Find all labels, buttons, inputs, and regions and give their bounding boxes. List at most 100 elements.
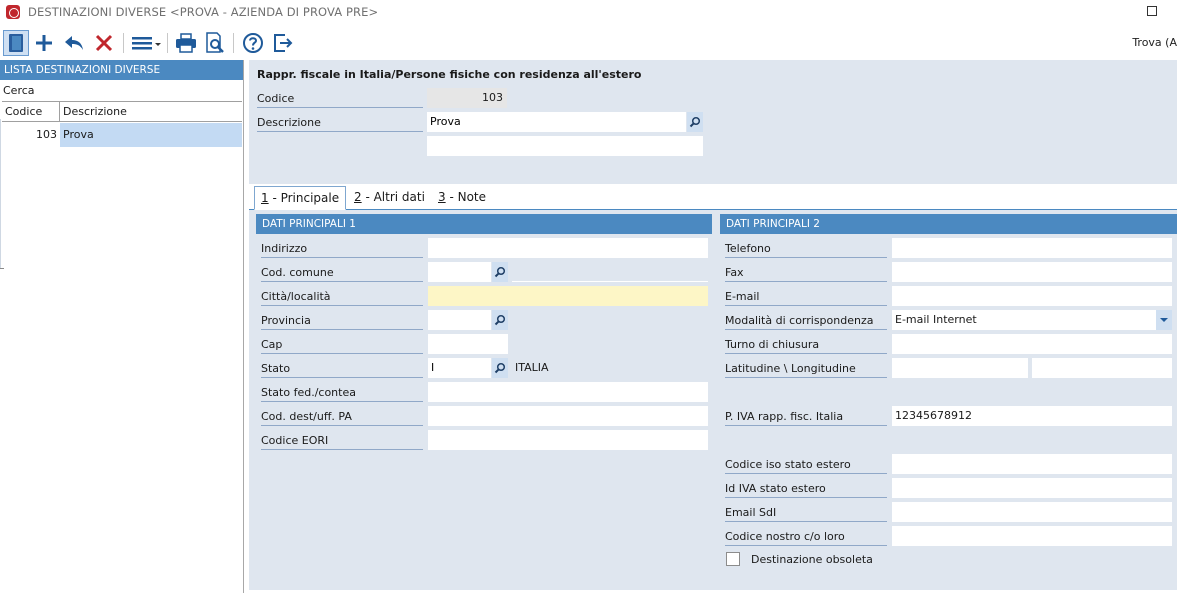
codice-label: Codice <box>257 92 423 108</box>
cap-field[interactable] <box>428 334 508 354</box>
turno-field[interactable] <box>892 334 1172 354</box>
telefono-label: Telefono <box>725 242 887 258</box>
title-bar: DESTINAZIONI DIVERSE <PROVA - AZIENDA DI… <box>0 0 1177 24</box>
list-divider <box>0 119 1 269</box>
section-dati-principali-2: DATI PRINCIPALI 2 Telefono Fax E-mail Mo… <box>720 214 1177 590</box>
panel-toggle-icon <box>9 34 23 52</box>
stato-field[interactable] <box>428 358 491 378</box>
obsoleta-checkbox[interactable] <box>726 552 740 566</box>
page-title: Rappr. fiscale in Italia/Persone fisiche… <box>257 68 642 81</box>
maximize-button[interactable] <box>1147 6 1157 16</box>
indirizzo-field[interactable] <box>428 238 708 258</box>
table-row[interactable]: 103 Prova <box>2 123 242 147</box>
modalita-select[interactable]: E-mail Internet <box>892 310 1156 330</box>
provincia-field[interactable] <box>428 310 491 330</box>
eori-label: Codice EORI <box>261 434 423 450</box>
fax-field[interactable] <box>892 262 1172 282</box>
tab-principale[interactable]: 1 - Principale <box>254 186 347 210</box>
sdi-label: Email SdI <box>725 506 887 522</box>
print-icon <box>176 33 196 53</box>
list-table: Codice Descrizione 103 Prova <box>2 101 242 147</box>
cod-dest-label: Cod. dest/uff. PA <box>261 410 423 426</box>
section1-header: DATI PRINCIPALI 1 <box>256 214 712 234</box>
panel-toggle-button[interactable] <box>3 30 29 56</box>
indirizzo-label: Indirizzo <box>261 242 423 258</box>
nostro-field[interactable] <box>892 526 1172 546</box>
search-icon <box>494 362 506 374</box>
print-button[interactable] <box>173 30 199 56</box>
piva-field[interactable]: 12345678912 <box>892 406 1172 426</box>
idiva-label: Id IVA stato estero <box>725 482 887 498</box>
codice-field: 103 <box>427 88 507 108</box>
search-icon <box>689 116 701 128</box>
citta-field[interactable] <box>428 286 708 306</box>
descrizione-label: Descrizione <box>257 116 423 132</box>
menu-button[interactable] <box>129 30 163 56</box>
cod-dest-field[interactable] <box>428 406 708 426</box>
cod-comune-field[interactable] <box>428 262 491 282</box>
row-codice: 103 <box>36 128 57 141</box>
idiva-field[interactable] <box>892 478 1172 498</box>
fax-label: Fax <box>725 266 887 282</box>
stato-label: Stato <box>261 362 423 378</box>
telefono-field[interactable] <box>892 238 1172 258</box>
stato-description: ITALIA <box>512 358 708 378</box>
section-dati-principali-1: DATI PRINCIPALI 1 Indirizzo Cod. comune … <box>256 214 712 590</box>
cod-comune-label: Cod. comune <box>261 266 423 282</box>
delete-button[interactable] <box>91 30 117 56</box>
help-button[interactable] <box>240 30 266 56</box>
undo-button[interactable] <box>61 30 87 56</box>
stato-lookup-button[interactable] <box>492 358 508 378</box>
delete-icon <box>95 34 113 52</box>
provincia-label: Provincia <box>261 314 423 330</box>
email-field[interactable] <box>892 286 1172 306</box>
row-descrizione: Prova <box>60 123 242 147</box>
section2-header: DATI PRINCIPALI 2 <box>720 214 1177 234</box>
search-input[interactable] <box>42 81 243 100</box>
search-icon <box>494 314 506 326</box>
chevron-down-icon <box>1160 318 1168 322</box>
cod-comune-lookup-button[interactable] <box>492 262 508 282</box>
new-button[interactable] <box>31 30 57 56</box>
tab-altri-dati[interactable]: 2 - Altri dati <box>348 186 431 210</box>
column-header-descrizione[interactable]: Descrizione <box>60 102 242 121</box>
nostro-label: Codice nostro c/o loro <box>725 530 887 546</box>
latlon-label: Latitudine \ Longitudine <box>725 362 887 378</box>
undo-icon <box>65 36 83 50</box>
app-logo-icon <box>6 5 20 19</box>
stato-fed-field[interactable] <box>428 382 708 402</box>
stato-fed-label: Stato fed./contea <box>261 386 423 402</box>
print-preview-icon <box>206 32 224 53</box>
cap-label: Cap <box>261 338 423 354</box>
sdi-field[interactable] <box>892 502 1172 522</box>
window-title: DESTINAZIONI DIVERSE <PROVA - AZIENDA DI… <box>28 5 379 19</box>
iso-field[interactable] <box>892 454 1172 474</box>
descrizione2-field[interactable] <box>427 136 703 156</box>
citta-label: Città/località <box>261 290 423 306</box>
search-toolbar-label[interactable]: Trova (A <box>1132 36 1177 49</box>
list-header: LISTA DESTINAZIONI DIVERSE <box>0 60 243 80</box>
plus-icon <box>36 35 52 51</box>
exit-button[interactable] <box>270 30 296 56</box>
list-search: Cerca <box>0 80 243 101</box>
print-preview-button[interactable] <box>202 30 228 56</box>
tabs-bar: 1 - Principale 2 - Altri dati 3 - Note <box>249 184 1177 210</box>
longitude-field[interactable] <box>1032 358 1172 378</box>
turno-label: Turno di chiusura <box>725 338 887 354</box>
help-icon <box>243 33 263 53</box>
tab-note[interactable]: 3 - Note <box>432 186 492 210</box>
detail-panel: Rappr. fiscale in Italia/Persone fisiche… <box>249 60 1177 593</box>
destinations-list-panel: LISTA DESTINAZIONI DIVERSE Cerca Codice … <box>0 60 244 593</box>
descrizione-field[interactable] <box>427 112 686 132</box>
eori-field[interactable] <box>428 430 708 450</box>
modalita-dropdown-button[interactable] <box>1156 310 1172 330</box>
descrizione-lookup-button[interactable] <box>687 112 703 132</box>
piva-label: P. IVA rapp. fisc. Italia <box>725 410 887 426</box>
latitude-field[interactable] <box>892 358 1028 378</box>
comune-description <box>512 262 708 282</box>
list-bottom-divider <box>0 268 4 269</box>
modalita-label: Modalità di corrispondenza <box>725 314 887 330</box>
column-header-codice[interactable]: Codice <box>2 102 60 121</box>
email-label: E-mail <box>725 290 887 306</box>
provincia-lookup-button[interactable] <box>492 310 508 330</box>
